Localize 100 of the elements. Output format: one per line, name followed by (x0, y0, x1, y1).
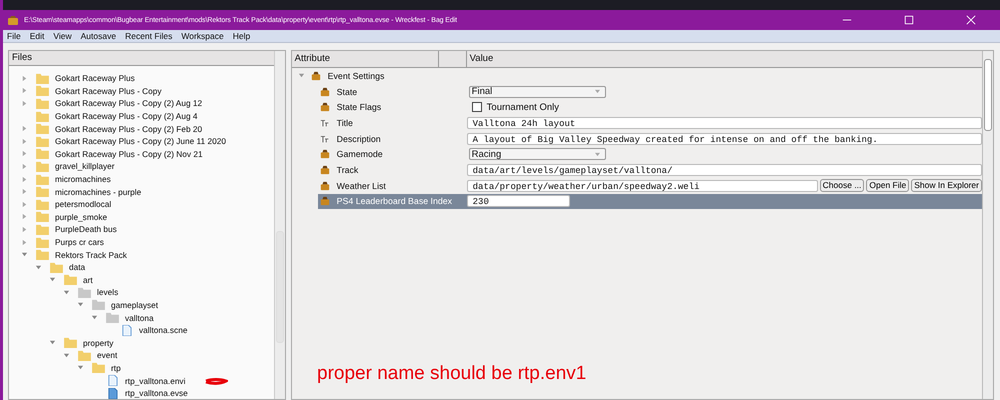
tree-item[interactable]: levels (97, 287, 118, 298)
expanded-arrow-icon[interactable] (63, 352, 70, 359)
expanded-arrow-icon[interactable] (77, 364, 84, 372)
column-header[interactable]: Value (466, 51, 982, 67)
tree-item[interactable]: Gokart Raceway Plus - Copy (2) Feb 20 (55, 124, 202, 134)
tree-item[interactable]: gameplayset (111, 300, 158, 310)
tree-item[interactable]: Gokart Raceway Plus - Copy (2) Aug 4 (55, 111, 198, 122)
expanded-arrow-icon[interactable] (77, 301, 84, 308)
expanded-arrow-icon[interactable] (63, 288, 70, 296)
scrollbar[interactable] (274, 51, 285, 399)
collapsed-arrow-icon[interactable] (21, 74, 28, 82)
tree-item[interactable]: event (97, 350, 118, 360)
expanded-arrow-icon[interactable] (49, 276, 56, 284)
file-button[interactable]: Open File (866, 179, 910, 192)
collapsed-arrow-icon[interactable] (21, 226, 28, 233)
file-button[interactable]: Choose ... (820, 179, 864, 192)
scribble-mark (204, 377, 228, 385)
folder-icon (36, 110, 49, 122)
tree-item[interactable]: rtp_valltona.envi (125, 376, 186, 386)
expanded-arrow-icon[interactable] (21, 251, 28, 258)
folder-icon (36, 72, 49, 84)
collapsed-arrow-icon[interactable] (21, 213, 28, 220)
selected-row[interactable]: PS4 Leaderboard Base Index 230 (318, 194, 982, 210)
tree-item[interactable]: data (69, 262, 86, 272)
collapsed-arrow-icon[interactable] (21, 176, 28, 183)
menu-item[interactable]: Help (232, 31, 250, 41)
tree-item[interactable]: valltona.scne (139, 325, 188, 336)
caret-icon[interactable] (594, 89, 601, 94)
column-header[interactable]: Attribute (292, 51, 439, 67)
dropdown[interactable]: Racing (468, 148, 606, 160)
expanded-arrow-icon[interactable] (91, 314, 98, 322)
collapsed-arrow-icon[interactable] (21, 162, 28, 170)
folder-icon (64, 274, 77, 286)
tree-item[interactable]: petersmodlocal (55, 199, 112, 210)
menu-item[interactable]: File (7, 31, 21, 41)
number-field[interactable]: 230 (466, 195, 570, 208)
tree-item[interactable]: Rektors Track Pack (55, 250, 127, 260)
expanded-arrow-icon[interactable] (35, 264, 42, 271)
maximize-icon[interactable] (904, 15, 914, 25)
collapsed-arrow-icon[interactable] (21, 188, 28, 196)
collapsed-arrow-icon[interactable] (21, 125, 28, 132)
bag-icon (320, 149, 330, 160)
tree-item[interactable]: Gokart Raceway Plus - Copy (2) Aug 12 (55, 98, 202, 108)
collapsed-arrow-icon[interactable] (21, 138, 28, 145)
tree-item[interactable]: Gokart Raceway Plus (55, 73, 135, 84)
folder-icon (36, 98, 49, 109)
text-field[interactable]: data/art/levels/gameplayset/valltona/ (466, 164, 982, 176)
expanded-arrow-icon[interactable] (49, 339, 56, 346)
caret-icon[interactable] (594, 152, 601, 157)
folder-icon (64, 337, 77, 348)
folder-icon (36, 211, 49, 222)
scrollbar[interactable] (982, 51, 993, 399)
text-field[interactable]: Valltona 24h layout (466, 116, 982, 129)
close-icon[interactable] (966, 15, 976, 25)
property-row[interactable]: Title Valltona 24h layout (292, 115, 982, 131)
collapsed-arrow-icon[interactable] (21, 150, 28, 158)
expanded-arrow-icon[interactable] (298, 72, 305, 80)
property-row[interactable]: Weather List data/property/weather/urban/speedway2.weli Choose ... Open File Show In Explorer (292, 178, 982, 194)
collapsed-arrow-icon[interactable] (21, 100, 28, 107)
tree-item[interactable]: PurpleDeath bus (55, 224, 117, 234)
text-field[interactable]: data/property/weather/urban/speedway2.weli (466, 180, 818, 192)
tree-item[interactable]: micromachines - purple (55, 186, 142, 197)
menu-item[interactable]: Edit (30, 31, 44, 41)
folder-icon (36, 148, 49, 160)
tree-item[interactable]: purple_smoke (55, 212, 108, 222)
tree-item[interactable]: property (83, 338, 114, 348)
collapsed-arrow-icon[interactable] (21, 238, 28, 246)
dropdown[interactable]: Final (468, 86, 606, 98)
checkbox[interactable] (472, 102, 482, 112)
folder-icon (78, 286, 91, 298)
property-row[interactable]: State Flags Tournament Only (292, 99, 982, 116)
tree-item[interactable]: Purps cr cars (55, 237, 104, 248)
files-header: Files (9, 51, 275, 66)
tree-item[interactable]: Gokart Raceway Plus - Copy (2) Nov 21 (55, 148, 203, 159)
property-label: State (336, 86, 358, 97)
property-row[interactable]: Track data/art/levels/gameplayset/valltona/ (292, 162, 982, 178)
menu-item[interactable]: Recent Files (125, 31, 172, 41)
tree-item[interactable]: valltona (125, 312, 154, 323)
checkbox-label[interactable]: Tournament Only (486, 102, 559, 113)
tree-item[interactable]: Gokart Raceway Plus - Copy (55, 86, 162, 96)
property-row[interactable]: State Final (292, 84, 982, 100)
text-field[interactable]: A layout of Big Valley Speedway created for intense on and off the banking. (466, 132, 982, 145)
menu-item[interactable]: Autosave (80, 31, 116, 41)
tree-item[interactable]: art (83, 274, 93, 285)
collapsed-arrow-icon[interactable] (21, 200, 28, 208)
tree-item[interactable]: micromachines (55, 174, 111, 184)
bag-icon (320, 86, 330, 97)
menu-item[interactable]: View (53, 31, 72, 41)
tree-item[interactable]: Gokart Raceway Plus - Copy (2) June 11 2020 (55, 136, 226, 146)
folder-icon (36, 186, 49, 198)
text-type-icon (320, 134, 330, 144)
tree-item[interactable]: rtp (111, 362, 121, 373)
tree-item[interactable]: gravel_killplayer (55, 161, 114, 172)
collapsed-arrow-icon[interactable] (21, 87, 28, 94)
menu-item[interactable]: Workspace (181, 31, 224, 41)
file-button[interactable]: Show In Explorer (911, 179, 982, 192)
folder-icon (36, 249, 49, 260)
tree-item[interactable]: rtp_valltona.evse (125, 388, 188, 398)
property-row[interactable]: Gamemode Racing (292, 146, 982, 162)
property-row[interactable]: Description A layout of Big Valley Speedway created for intense on and off the banking. (292, 130, 982, 146)
